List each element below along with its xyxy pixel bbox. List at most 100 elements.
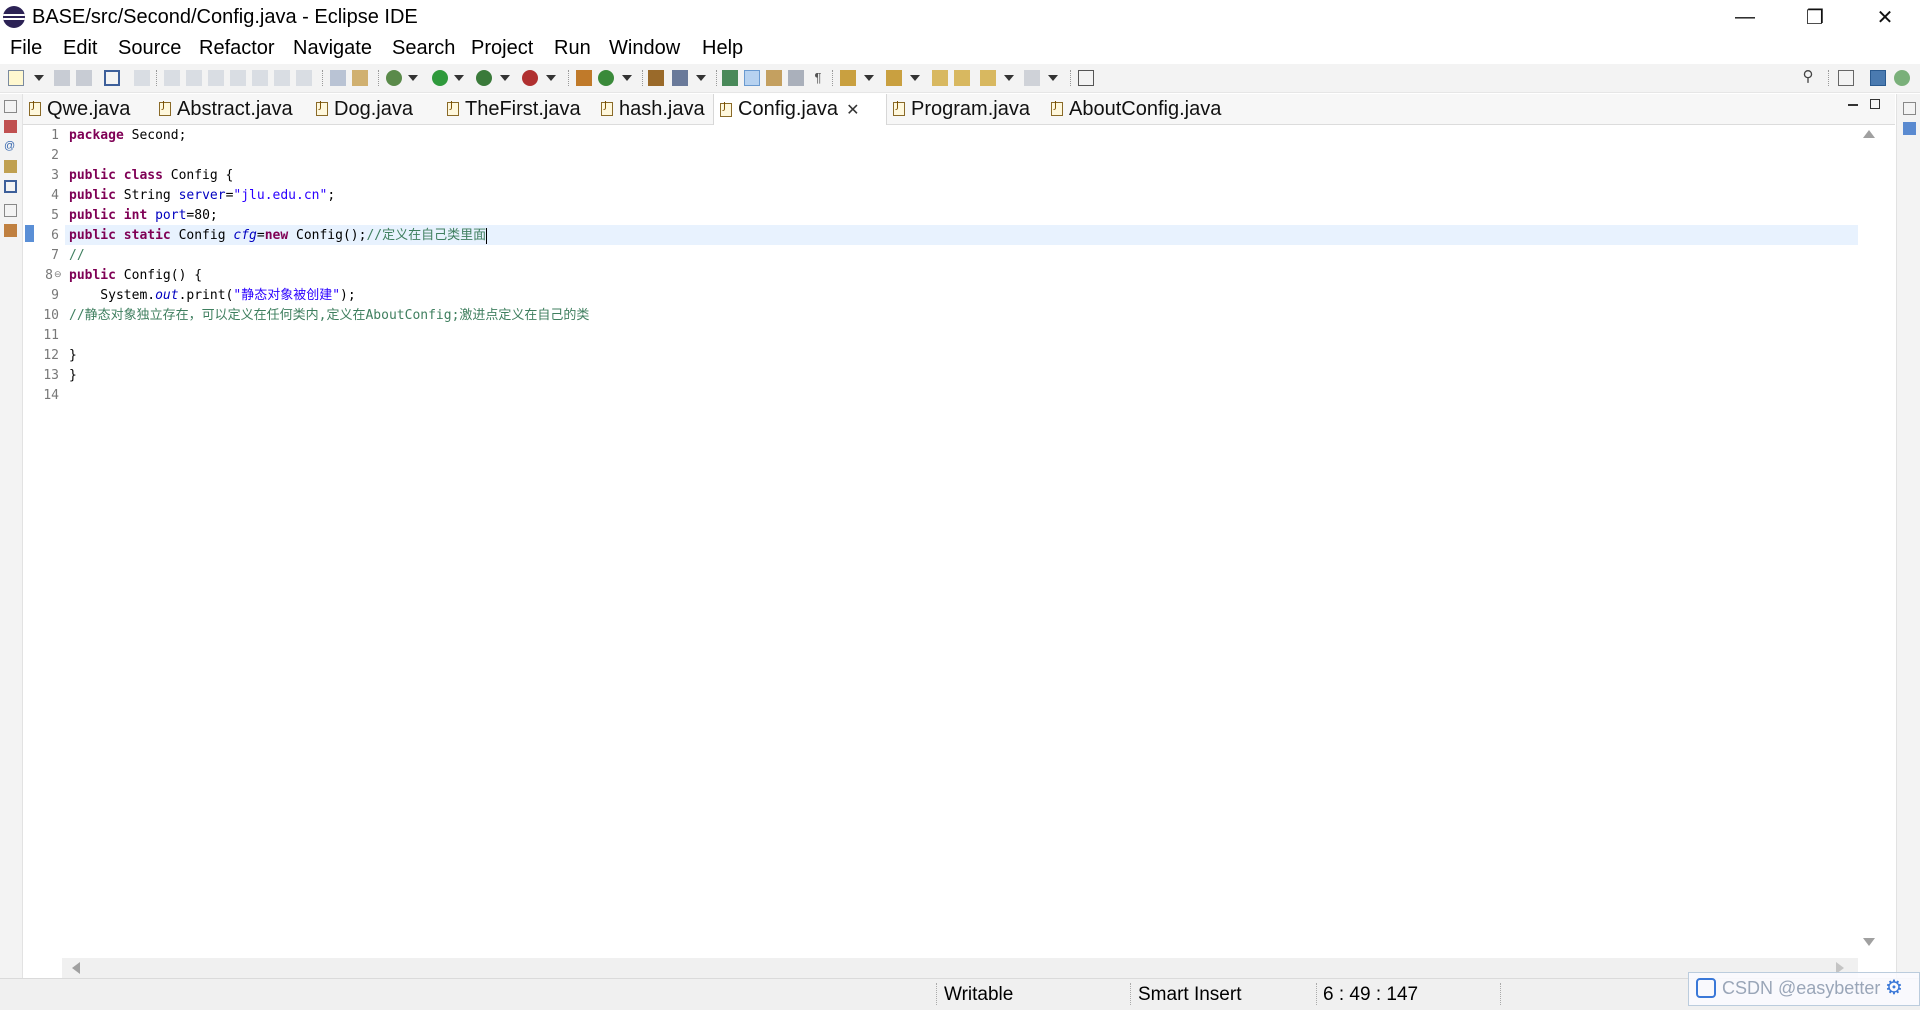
toolbar-separator [568,70,570,86]
back-icon[interactable] [954,70,970,86]
drop-to-frame-icon[interactable] [330,70,346,86]
close-tab-icon[interactable]: ✕ [846,100,859,120]
minimize-button[interactable]: — [1710,0,1780,34]
back-nav-icon[interactable] [980,70,996,86]
previous-annotation-icon[interactable] [886,70,902,86]
run-dropdown-icon[interactable] [454,70,464,86]
console-icon[interactable] [4,180,17,193]
debug-perspective-icon[interactable] [1894,70,1910,86]
disconnect-icon[interactable] [230,70,246,86]
status-cursor-position[interactable]: 6 : 49 : 147 [1323,984,1418,1006]
menu-run[interactable]: Run [554,37,591,60]
tab-hash[interactable]: hash.java [595,94,713,124]
maximize-button[interactable]: ❐ [1780,0,1850,34]
restore-icon[interactable] [4,100,17,113]
new-class-dropdown-icon[interactable] [622,70,632,86]
menu-file[interactable]: File [10,37,42,60]
forward-icon[interactable] [1024,70,1040,86]
toggle-block-selection-icon[interactable] [788,70,804,86]
open-type-icon[interactable] [648,70,664,86]
step-return-icon[interactable] [296,70,312,86]
menu-source[interactable]: Source [118,37,181,60]
javadoc-icon[interactable]: @ [4,140,17,153]
menu-window[interactable]: Window [609,37,680,60]
suspend-icon[interactable] [186,70,202,86]
code-editor[interactable]: 1 2 3 4 5 6 7 8 9 10 11 12 13 14 ⊖ packa… [23,125,1895,981]
text-caret [486,227,488,244]
tab-thefirst[interactable]: TheFirst.java [441,94,595,124]
restore-right-icon[interactable] [1903,102,1916,115]
search-tool-icon[interactable] [672,70,688,86]
tab-qwe[interactable]: Qwe.java [23,94,153,124]
save-icon[interactable] [54,70,70,86]
toggle-mark-occurrences-icon[interactable] [722,70,738,86]
fold-collapse-icon[interactable]: ⊖ [54,269,62,280]
new-dropdown-icon[interactable] [34,70,44,86]
declaration-icon[interactable] [4,160,17,173]
minimize-editor-icon[interactable] [1848,104,1858,106]
status-insert-mode[interactable]: Smart Insert [1138,984,1241,1006]
open-perspective-icon[interactable] [1838,70,1854,86]
menu-navigate[interactable]: Navigate [293,37,372,60]
code-line: public int port=80; [69,208,218,223]
step-over-icon[interactable] [274,70,290,86]
line-number: 12 [43,348,59,363]
menu-search[interactable]: Search [392,37,455,60]
next-annotation-icon[interactable] [840,70,856,86]
new-java-class-icon[interactable] [598,70,614,86]
terminal-icon[interactable] [104,70,120,86]
forward-dropdown-icon[interactable] [1048,70,1058,86]
resume-icon[interactable] [164,70,180,86]
menu-project[interactable]: Project [471,37,533,60]
tab-dog[interactable]: Dog.java [310,94,441,124]
search-dropdown-icon[interactable] [696,70,706,86]
debug-icon[interactable] [386,70,402,86]
use-step-filters-icon[interactable] [352,70,368,86]
tab-label: hash.java [619,97,705,120]
scroll-up-arrow-icon[interactable] [1863,130,1875,138]
close-window-button[interactable]: ✕ [1850,0,1920,34]
scroll-down-arrow-icon[interactable] [1863,938,1875,946]
debug-dropdown-icon[interactable] [408,70,418,86]
previous-annotation-dropdown-icon[interactable] [910,70,920,86]
tab-config[interactable]: Config.java ✕ [713,94,887,125]
toggle-word-wrap-icon[interactable] [766,70,782,86]
menu-edit[interactable]: Edit [63,37,97,60]
skip-breakpoints-icon[interactable] [134,70,150,86]
status-writable: Writable [944,984,1014,1005]
menu-help[interactable]: Help [702,37,743,60]
menu-refactor[interactable]: Refactor [199,37,275,60]
line-number-gutter: 1 2 3 4 5 6 7 8 9 10 11 12 13 14 [35,125,61,981]
coverage-icon[interactable] [476,70,492,86]
step-into-icon[interactable] [252,70,268,86]
tab-aboutconfig[interactable]: AboutConfig.java [1045,94,1235,124]
maximize-editor-icon[interactable] [1870,99,1880,109]
task-list-icon[interactable] [1903,122,1916,135]
terminate-icon[interactable] [208,70,224,86]
tab-abstract[interactable]: Abstract.java [153,94,310,124]
back-dropdown-icon[interactable] [1004,70,1014,86]
search-icon[interactable]: ⚲ [1800,69,1816,86]
show-whitespace-icon[interactable]: ¶ [810,70,826,86]
code-text-area[interactable]: package Second; public class Config { pu… [65,125,1875,981]
external-tools-icon[interactable] [522,70,538,86]
horizontal-scrollbar[interactable] [62,958,1858,978]
restore-outline-icon[interactable] [4,204,17,217]
new-icon[interactable] [8,70,24,86]
java-perspective-icon[interactable] [1870,70,1886,86]
tab-program[interactable]: Program.java [887,94,1045,124]
last-edit-location-icon[interactable] [932,70,948,86]
coverage-dropdown-icon[interactable] [500,70,510,86]
scroll-left-arrow-icon[interactable] [72,962,80,974]
pin-editor-icon[interactable] [1078,70,1094,86]
run-icon[interactable] [432,70,448,86]
toggle-highlight-icon[interactable] [744,70,760,86]
vertical-scrollbar[interactable] [1858,125,1880,955]
toolbar-separator [642,70,644,86]
next-annotation-dropdown-icon[interactable] [864,70,874,86]
package-explorer-icon[interactable] [4,120,17,133]
external-tools-dropdown-icon[interactable] [546,70,556,86]
new-java-project-icon[interactable] [576,70,592,86]
outline-icon[interactable] [4,224,17,237]
save-all-icon[interactable] [76,70,92,86]
